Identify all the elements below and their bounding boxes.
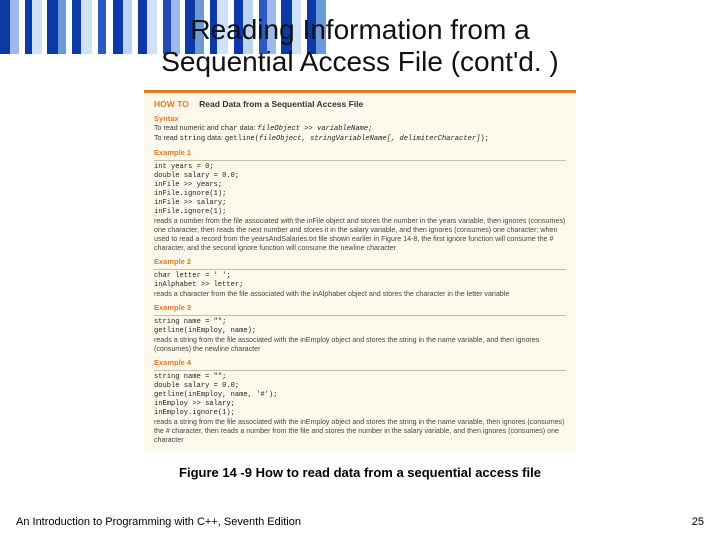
example-2-desc: reads a character from the file associat… — [154, 290, 566, 299]
figure-caption: Figure 14 -9 How to read data from a seq… — [0, 465, 720, 480]
page-number: 25 — [692, 516, 704, 528]
example-2-label: Example 2 — [154, 257, 566, 267]
example-2: Example 2 char letter = ' '; inAlphabet … — [154, 257, 566, 299]
example-3-label: Example 3 — [154, 303, 566, 313]
syntax-line-1: To read numeric and char data: fileObjec… — [154, 124, 566, 134]
slide-title: Reading Information from a Sequential Ac… — [0, 0, 720, 78]
example-1-code-4: inFile >> salary; — [154, 199, 566, 208]
footer-book-title: An Introduction to Programming with C++,… — [16, 516, 301, 528]
example-3-desc: reads a string from the file associated … — [154, 336, 566, 354]
example-1: Example 1 int years = 0; double salary =… — [154, 148, 566, 253]
example-4-desc: reads a string from the file associated … — [154, 418, 566, 445]
divider — [154, 160, 566, 161]
example-2-code-0: char letter = ' '; — [154, 272, 566, 281]
example-4-code-2: getline(inEmploy, name, '#'); — [154, 391, 566, 400]
title-line-2: Sequential Access File (cont'd. ) — [161, 46, 559, 77]
syntax-label: Syntax — [154, 114, 566, 124]
example-1-desc: reads a number from the file associated … — [154, 217, 566, 253]
howto-box: HOW TO Read Data from a Sequential Acces… — [144, 90, 576, 453]
howto-badge: HOW TO — [154, 99, 189, 109]
example-1-code-1: double salary = 0.0; — [154, 172, 566, 181]
example-1-code-2: inFile >> years; — [154, 181, 566, 190]
example-2-code-1: inAlphabet >> letter; — [154, 281, 566, 290]
example-1-code-0: int years = 0; — [154, 163, 566, 172]
example-4-code-1: double salary = 0.0; — [154, 382, 566, 391]
example-1-code-5: inFile.ignore(1); — [154, 208, 566, 217]
example-3-code-1: getline(inEmploy, name); — [154, 327, 566, 336]
example-3: Example 3 string name = ""; getline(inEm… — [154, 303, 566, 354]
divider — [154, 315, 566, 316]
example-4-code-3: inEmploy >> salary; — [154, 400, 566, 409]
syntax-line-2: To read string data: getline(fileObject,… — [154, 134, 566, 144]
howto-subheading: Read Data from a Sequential Access File — [199, 99, 363, 109]
example-4-label: Example 4 — [154, 358, 566, 368]
example-4-code-4: inEmploy.ignore(1); — [154, 409, 566, 418]
example-4: Example 4 string name = ""; double salar… — [154, 358, 566, 445]
divider — [154, 269, 566, 270]
title-line-1: Reading Information from a — [190, 14, 529, 45]
example-1-label: Example 1 — [154, 148, 566, 158]
divider — [154, 370, 566, 371]
example-4-code-0: string name = ""; — [154, 373, 566, 382]
footer: An Introduction to Programming with C++,… — [16, 516, 704, 528]
howto-heading: HOW TO Read Data from a Sequential Acces… — [154, 99, 566, 110]
example-3-code-0: string name = ""; — [154, 318, 566, 327]
example-1-code-3: inFile.ignore(1); — [154, 190, 566, 199]
